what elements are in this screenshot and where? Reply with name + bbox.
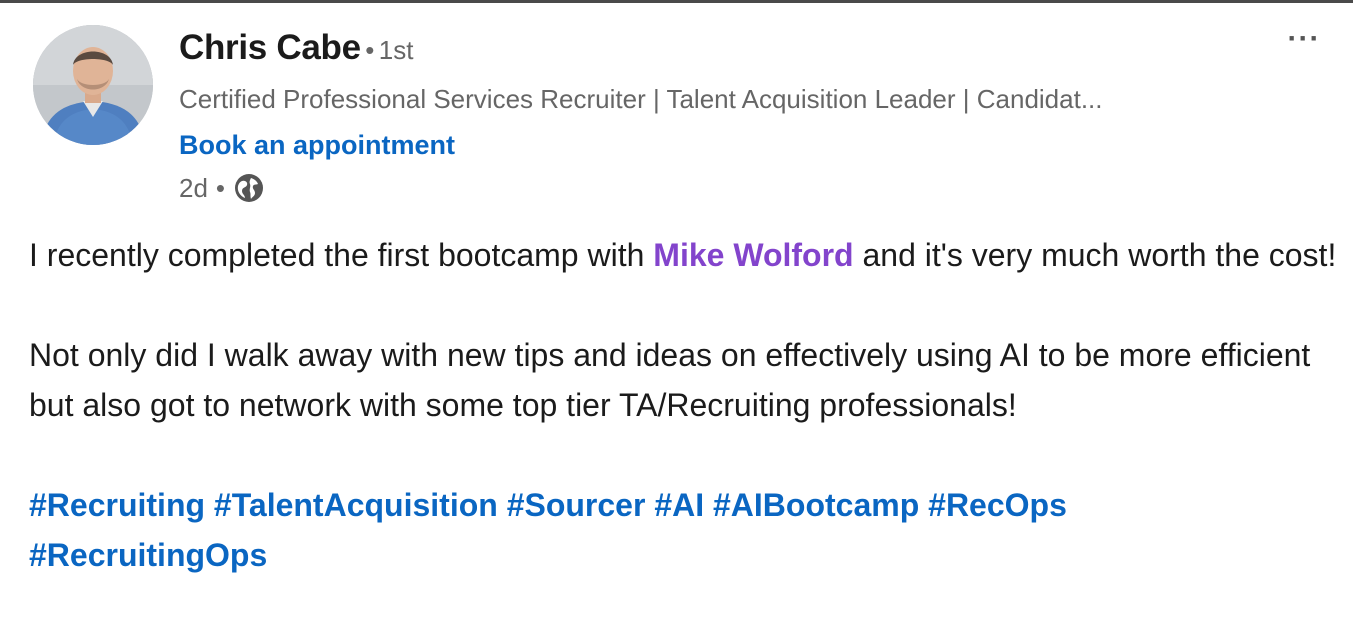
meta-separator: • [215, 172, 226, 203]
hashtag-list: #Recruiting #TalentAcquisition #Sourcer … [29, 480, 1339, 580]
paragraph-1-text-end: and it's very much worth the cost! [853, 237, 1337, 273]
post-meta: 2d • [179, 172, 265, 204]
author-avatar[interactable] [33, 25, 153, 145]
hashtag-link[interactable]: #AIBootcamp [713, 487, 919, 523]
hashtag-link[interactable]: #Sourcer [507, 487, 646, 523]
mention-link[interactable]: Mike Wolford [653, 237, 853, 273]
hashtag-link[interactable]: #RecruitingOps [29, 537, 267, 573]
connection-degree: 1st [378, 35, 414, 65]
book-appointment-link[interactable]: Book an appointment [179, 130, 455, 161]
hashtag-link[interactable]: #AI [654, 487, 704, 523]
author-name-row: Chris Cabe • 1st [179, 28, 413, 68]
author-headline: Certified Professional Services Recruite… [179, 84, 1103, 114]
paragraph-1-text-start: I recently completed the first bootcamp … [29, 237, 654, 273]
post-age: 2d [179, 172, 208, 203]
hashtag-link[interactable]: #Recruiting [29, 487, 205, 523]
avatar-photo [33, 25, 153, 145]
degree-separator: • [365, 35, 375, 65]
more-options-icon: ··· [1287, 22, 1321, 55]
post-paragraph-2: Not only did I walk away with new tips a… [29, 337, 1311, 423]
hashtag-link[interactable]: #TalentAcquisition [214, 487, 498, 523]
globe-icon [233, 172, 265, 204]
author-name[interactable]: Chris Cabe [179, 28, 361, 67]
more-options-button[interactable]: ··· [1282, 22, 1326, 56]
top-divider [0, 0, 1353, 3]
post-paragraph-1: I recently completed the first bootcamp … [29, 230, 1339, 280]
post-body: I recently completed the first bootcamp … [29, 230, 1339, 580]
hashtag-link[interactable]: #RecOps [928, 487, 1067, 523]
